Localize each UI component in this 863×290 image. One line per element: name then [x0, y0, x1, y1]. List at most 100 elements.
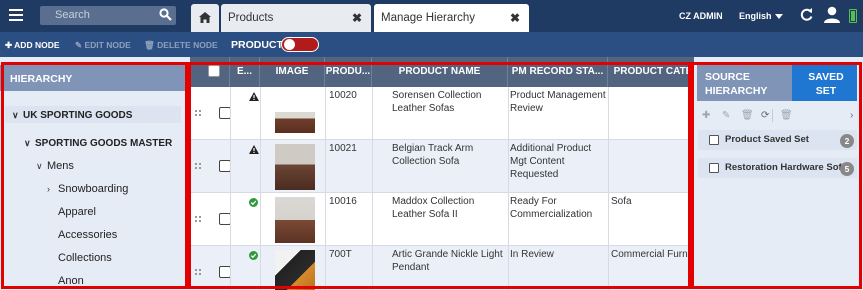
tab-source-hierarchy[interactable]: SOURCE HIERARCHY — [697, 65, 792, 101]
column-product-name[interactable]: PRODUCT NAME — [372, 57, 508, 87]
refresh-icon[interactable]: ⟳ — [761, 110, 769, 121]
column-divider — [325, 87, 326, 290]
product-thumbnail[interactable] — [275, 197, 315, 243]
add-node-button[interactable]: ✚ ADD NODE — [5, 40, 60, 51]
toggle-knob — [284, 39, 295, 50]
delete-node-button[interactable]: 🗑 DELETE NODE — [144, 40, 218, 51]
add-node-label: ADD NODE — [14, 40, 60, 50]
product-id: 700T — [329, 249, 352, 260]
edit-node-button[interactable]: ✎ EDIT NODE — [75, 40, 131, 51]
pm-record-status: Additional Product Mgt Content Requested — [510, 143, 592, 180]
pencil-icon: ✎ — [75, 40, 83, 50]
product-id: 10021 — [329, 143, 357, 154]
trash-icon[interactable]: 🗑 — [780, 110, 793, 121]
column-divider — [230, 87, 231, 290]
delete-node-label: DELETE NODE — [157, 40, 218, 50]
tab-saved-set[interactable]: SAVED SET — [792, 65, 857, 101]
battery-icon — [849, 9, 857, 23]
add-icon[interactable]: ✚ — [702, 110, 710, 121]
tree-node-sporting-goods-master[interactable]: ∨ SPORTING GOODS MASTER — [24, 138, 172, 149]
column-image[interactable]: IMAGE — [260, 57, 325, 87]
check-circle-icon — [249, 198, 258, 207]
pencil-icon[interactable]: ✎ — [722, 110, 730, 121]
table-row[interactable]: 10021 Belgian Track Arm Collection Sofa … — [190, 140, 694, 193]
product-id: 10020 — [329, 90, 357, 101]
user-icon[interactable] — [823, 6, 841, 23]
saved-set-checkbox[interactable] — [709, 135, 719, 145]
refresh-icon[interactable] — [799, 7, 814, 22]
menu-icon[interactable] — [9, 9, 23, 21]
column-status[interactable]: E... — [230, 57, 260, 87]
drag-handle-icon[interactable] — [195, 163, 203, 171]
chevron-right-icon[interactable]: › — [47, 184, 58, 194]
pm-record-status: In Review — [510, 249, 554, 260]
chevron-down-icon[interactable] — [775, 14, 783, 19]
tab-manage-hierarchy-label: Manage Hierarchy — [381, 12, 475, 24]
column-product-id[interactable]: PRODU... — [325, 57, 372, 87]
product-toggle[interactable] — [281, 37, 319, 52]
tree-node-mens[interactable]: ∨ Mens — [36, 160, 74, 172]
hierarchy-panel: HIERARCHY ∨ UK SPORTING GOODS ∨ SPORTING G… — [0, 57, 190, 290]
column-product-category[interactable]: PRODUCT CATE — [608, 57, 694, 87]
select-all-checkbox[interactable] — [208, 65, 220, 77]
check-circle-icon — [249, 251, 258, 260]
drag-handle-icon[interactable] — [195, 110, 203, 118]
user-name[interactable]: CZ ADMIN — [679, 11, 723, 21]
chevron-down-icon[interactable]: ∨ — [24, 138, 35, 149]
chevron-down-icon[interactable]: ∨ — [36, 161, 47, 172]
drag-handle-icon[interactable] — [195, 269, 203, 277]
product-thumbnail[interactable] — [275, 112, 315, 133]
tree-node-accessories[interactable]: Accessories — [58, 229, 117, 241]
close-icon[interactable]: ✖ — [352, 11, 362, 25]
column-select[interactable] — [190, 57, 230, 87]
saved-set-item[interactable]: Restoration Hardware Sofas 5 — [698, 158, 857, 178]
column-pm-record-status[interactable]: PM RECORD STA... — [508, 57, 608, 87]
toolbar-divider — [772, 109, 773, 122]
tree-node-apparel[interactable]: Apparel — [58, 206, 96, 218]
drag-handle-icon[interactable] — [195, 216, 203, 224]
pm-record-status: Ready For Commercialization — [510, 196, 593, 220]
chevron-right-icon[interactable]: › — [850, 110, 853, 121]
edit-node-label: EDIT NODE — [84, 40, 131, 50]
saved-set-label: Restoration Hardware Sofas — [725, 162, 853, 173]
column-divider — [508, 87, 509, 290]
product-name: Artic Grande Nickle Light Pendant — [392, 249, 503, 273]
tab-home[interactable] — [191, 4, 219, 32]
tree-node-snowboarding[interactable]: › Snowboarding — [47, 183, 128, 195]
language-select[interactable]: English — [739, 11, 772, 21]
tab-manage-hierarchy[interactable]: Manage Hierarchy ✖ — [374, 4, 529, 32]
grid-header: E... IMAGE PRODU... PRODUCT NAME PM RECO… — [190, 57, 694, 87]
search-icon[interactable] — [159, 8, 172, 21]
product-id: 10016 — [329, 196, 357, 207]
plus-icon: ✚ — [5, 40, 13, 50]
tree-node-uk-sporting-goods[interactable]: ∨ UK SPORTING GOODS — [12, 110, 132, 121]
product-thumbnail[interactable] — [275, 144, 315, 190]
tree-node-anon[interactable]: Anon — [58, 275, 84, 287]
product-name: Belgian Track Arm Collection Sofa — [392, 143, 474, 167]
search-input[interactable]: Search — [40, 6, 176, 25]
tab-products[interactable]: Products ✖ — [221, 4, 371, 32]
home-icon — [199, 12, 211, 23]
close-icon[interactable]: ✖ — [510, 11, 520, 25]
saved-set-checkbox[interactable] — [709, 163, 719, 173]
count-badge: 2 — [840, 134, 854, 148]
tree-node-collections[interactable]: Collections — [58, 252, 112, 264]
chevron-down-icon[interactable]: ∨ — [12, 110, 23, 121]
hierarchy-title: HIERARCHY — [10, 73, 73, 85]
trash-icon[interactable]: 🗑 — [741, 110, 754, 121]
table-row[interactable]: 10016 Maddox Collection Leather Sofa II … — [190, 193, 694, 246]
source-panel: SOURCE HIERARCHY SAVED SET ✚ ✎ 🗑 ⟳ 🗑 › P… — [694, 57, 863, 290]
saved-set-label: Product Saved Set — [725, 134, 809, 145]
tree-node-label: Apparel — [58, 206, 96, 218]
saved-set-label: SAVED SET — [808, 71, 844, 97]
product-thumbnail[interactable] — [275, 250, 315, 290]
tab-products-label: Products — [228, 12, 274, 24]
count-badge: 5 — [840, 162, 854, 176]
action-bar: ✚ ADD NODE ✎ EDIT NODE 🗑 DELETE NODE PRO… — [0, 32, 863, 57]
product-category: Commercial Furnitu — [611, 249, 691, 260]
saved-set-item[interactable]: Product Saved Set 2 — [698, 130, 857, 150]
warning-icon — [249, 92, 259, 101]
search-placeholder: Search — [55, 9, 90, 21]
table-row[interactable]: 10020 Sorensen Collection Leather Sofas … — [190, 87, 694, 140]
table-row[interactable]: 700T Artic Grande Nickle Light Pendant I… — [190, 246, 694, 290]
